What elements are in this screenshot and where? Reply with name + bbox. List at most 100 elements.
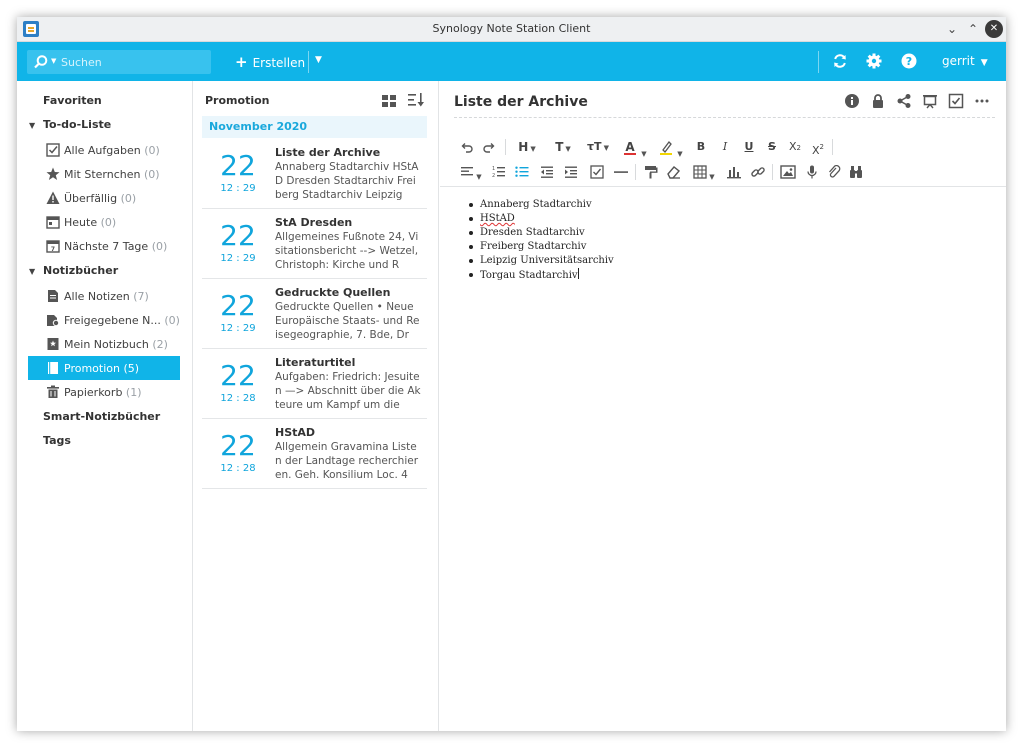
search-options-caret-icon[interactable]: ▼ — [51, 57, 56, 65]
note-day: 22 — [220, 149, 256, 182]
font-size-dropdown[interactable]: τT ▼ — [584, 138, 612, 156]
user-menu[interactable]: gerrit ▼ — [942, 54, 988, 68]
settings-gear-icon[interactable] — [865, 52, 883, 70]
sidebar-item-all-notes[interactable]: Alle Notizen (7) — [28, 284, 180, 308]
create-dropdown-icon[interactable]: ▼ — [315, 55, 322, 65]
sidebar-todo-header[interactable]: ▼ To-do-Liste — [29, 118, 111, 131]
sidebar-smart-notebooks[interactable]: Smart-Notizbücher — [43, 410, 160, 423]
list-item-text: Torgau Stadtarchiv — [480, 270, 578, 281]
sidebar-item-my-notebook[interactable]: Mein Notizbuch (2) — [28, 332, 180, 356]
sidebar-item-all-tasks[interactable]: Alle Aufgaben (0) — [28, 138, 180, 162]
redo-icon[interactable] — [482, 138, 496, 156]
binoculars-icon[interactable] — [849, 163, 863, 181]
highlight-color-dropdown[interactable]: ▼ — [658, 138, 684, 158]
note-list-item[interactable]: 22 12 : 29 Liste der Archive Annaberg St… — [202, 139, 427, 209]
link-icon[interactable] — [751, 163, 765, 181]
sidebar-item-starred[interactable]: Mit Sternchen (0) — [28, 162, 180, 186]
chart-icon[interactable] — [726, 163, 742, 181]
eraser-icon[interactable] — [667, 163, 681, 181]
search-input[interactable]: ▼ Suchen — [27, 50, 211, 74]
sidebar-item-label: Nächste 7 Tage (0) — [64, 240, 168, 253]
note-content[interactable]: Annaberg Stadtarchiv HStAD Dresden Stadt… — [464, 198, 614, 282]
checkbox-icon[interactable] — [948, 93, 964, 109]
list-item: Dresden Stadtarchiv — [464, 226, 614, 240]
heading-dropdown[interactable]: H ▼ — [514, 138, 540, 156]
toolbar-divider — [308, 51, 309, 73]
maximize-button[interactable]: ⌃ — [964, 20, 982, 38]
undo-icon[interactable] — [460, 138, 474, 156]
note-title: HStAD — [275, 426, 316, 439]
sidebar-notebooks-header[interactable]: ▼ Notizbücher — [29, 264, 118, 277]
sidebar-item-next-7-days[interactable]: 7 Nächste 7 Tage (0) — [28, 234, 180, 258]
strikethrough-button[interactable]: S — [765, 138, 779, 156]
microphone-icon[interactable] — [805, 163, 819, 181]
toolbar-separator — [505, 139, 506, 155]
lock-icon[interactable] — [870, 93, 886, 109]
collapse-triangle-icon: ▼ — [29, 267, 36, 276]
close-button[interactable]: ✕ — [985, 20, 1003, 38]
text-style-dropdown[interactable]: T ▼ — [550, 138, 576, 156]
align-dropdown[interactable]: ▼ — [458, 163, 484, 181]
outdent-icon[interactable] — [540, 163, 554, 181]
info-icon[interactable] — [844, 93, 860, 109]
plus-icon: + — [235, 53, 248, 71]
bold-button[interactable]: B — [694, 138, 708, 156]
create-label: Erstellen — [252, 56, 306, 70]
note-editor-title[interactable]: Liste der Archive — [454, 94, 588, 110]
sort-icon[interactable] — [408, 93, 424, 107]
horizontal-rule-icon[interactable] — [614, 163, 628, 181]
app-window: Synology Note Station Client ⌄ ⌃ ✕ ▼ Suc… — [17, 17, 1006, 731]
note-snippet: Allgemein Gravamina Liste n der Landtage… — [275, 441, 419, 481]
share-icon[interactable] — [896, 93, 912, 109]
help-icon[interactable]: ? — [900, 52, 918, 70]
subscript-icon[interactable]: X2 — [787, 138, 803, 156]
note-time: 12 : 28 — [220, 393, 256, 404]
bullet-list-icon[interactable] — [515, 163, 529, 181]
note-list-item[interactable]: 22 12 : 28 Literaturtitel Aufgaben: Frie… — [202, 349, 427, 419]
sidebar-favorites[interactable]: Favoriten — [43, 94, 102, 107]
sidebar-item-label: Alle Aufgaben (0) — [64, 144, 160, 157]
sidebar-item-promotion[interactable]: Promotion (5) — [28, 356, 180, 380]
table-dropdown[interactable]: ▼ — [690, 163, 718, 181]
underline-button[interactable]: U — [742, 138, 756, 156]
sync-icon[interactable] — [831, 52, 849, 70]
note-list-item[interactable]: 22 12 : 29 Gedruckte Quellen Gedruckte Q… — [202, 279, 427, 349]
main-toolbar: ▼ Suchen + Erstellen ▼ ? gerrit ▼ — [17, 42, 1006, 81]
sidebar-item-shared-notes[interactable]: Freigegebene N... (0) — [28, 308, 180, 332]
sidebar-item-label: Überfällig (0) — [64, 192, 137, 205]
indent-icon[interactable] — [564, 163, 578, 181]
attachment-icon[interactable] — [827, 163, 841, 181]
sidebar-tags[interactable]: Tags — [43, 434, 71, 447]
font-color-dropdown[interactable]: A ▼ — [622, 138, 648, 158]
trash-icon — [47, 385, 59, 398]
note-title: Literaturtitel — [275, 356, 356, 369]
sidebar-item-trash[interactable]: Papierkorb (1) — [28, 380, 180, 404]
user-menu-caret-icon: ▼ — [980, 58, 988, 68]
note-day: 22 — [220, 219, 256, 252]
presentation-icon[interactable] — [922, 93, 938, 109]
note-list-panel: Promotion November 2020 22 12 : 29 Liste… — [194, 81, 439, 731]
sidebar: Favoriten ▼ To-do-Liste Alle Aufgaben (0)… — [17, 81, 193, 731]
sidebar-item-label: Promotion (5) — [64, 362, 140, 375]
format-painter-icon[interactable] — [644, 163, 658, 181]
note-list-title: Promotion — [205, 94, 270, 107]
search-placeholder: Suchen — [61, 56, 102, 69]
note-snippet: Aufgaben: Friedrich: Jesuiten —> Abschni… — [275, 371, 421, 411]
todo-checkbox-icon[interactable] — [590, 163, 604, 181]
note-time: 12 : 29 — [220, 253, 256, 264]
numbered-list-icon[interactable]: 12 — [492, 163, 506, 181]
note-list-item[interactable]: 22 12 : 28 HStAD Allgemein Gravamina Lis… — [202, 419, 427, 489]
superscript-icon[interactable]: X2 — [810, 138, 826, 157]
note-snippet: Annaberg Stadtarchiv HStAD Dresden Stadt… — [275, 161, 419, 201]
minimize-button[interactable]: ⌄ — [943, 20, 961, 38]
sidebar-item-overdue[interactable]: Überfällig (0) — [28, 186, 180, 210]
more-options-icon[interactable] — [974, 93, 990, 109]
list-item: Torgau Stadtarchiv — [464, 268, 614, 282]
image-icon[interactable] — [780, 163, 796, 181]
italic-button[interactable]: I — [718, 138, 732, 156]
search-icon — [34, 55, 48, 69]
create-button[interactable]: + Erstellen — [235, 53, 305, 71]
grid-view-icon[interactable] — [382, 95, 396, 107]
note-list-item[interactable]: 22 12 : 29 StA Dresden Allgemeines Fußno… — [202, 209, 427, 279]
sidebar-item-today[interactable]: Heute (0) — [28, 210, 180, 234]
